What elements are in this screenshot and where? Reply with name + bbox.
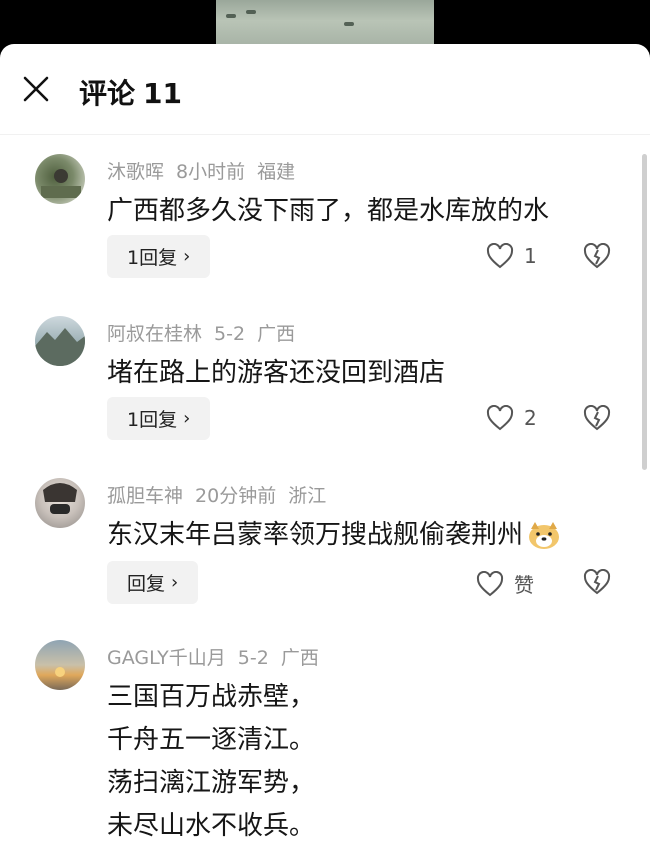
heart-outline-icon bbox=[486, 405, 514, 431]
chevron-right-icon: › bbox=[183, 246, 191, 267]
reply-label: 1回复 bbox=[127, 409, 178, 431]
chevron-right-icon: › bbox=[171, 572, 179, 593]
broken-heart-icon bbox=[583, 568, 611, 595]
timestamp: 5-2 bbox=[237, 647, 269, 669]
reply-button[interactable]: 1回复 › bbox=[107, 397, 211, 440]
comment-line: 千舟五一逐清江。 bbox=[107, 725, 316, 755]
dislike-button[interactable] bbox=[583, 242, 611, 273]
comment-line: 荡扫漓江游军势， bbox=[107, 768, 316, 798]
comment-sheet: 评论 11 沐歌晖 8小时前 福建 广西都多久没下雨了，都是水库放的水 1回复 › 1… bbox=[0, 44, 650, 848]
reply-button[interactable]: 1回复 › bbox=[107, 235, 211, 278]
comment-meta: 沐歌晖 8小时前 福建 bbox=[107, 157, 307, 184]
dislike-button[interactable] bbox=[583, 404, 611, 435]
comment-line: 未尽山水不收兵。 bbox=[107, 811, 316, 841]
location: 广西 bbox=[280, 647, 319, 669]
broken-heart-icon bbox=[583, 404, 611, 431]
comment-text-row: 东汉末年吕蒙率领万搜战舰偷袭荆州 bbox=[107, 514, 561, 551]
broken-heart-icon bbox=[583, 242, 611, 269]
comment-line: 三国百万战赤壁， bbox=[107, 682, 316, 712]
avatar[interactable] bbox=[35, 316, 85, 366]
username[interactable]: 孤胆车神 bbox=[107, 485, 183, 507]
location: 浙江 bbox=[288, 485, 327, 507]
like-button[interactable]: 1 bbox=[486, 243, 537, 269]
avatar[interactable] bbox=[35, 154, 85, 204]
comment-text: 东汉末年吕蒙率领万搜战舰偷袭荆州 bbox=[107, 520, 524, 550]
doge-emoji-icon bbox=[529, 521, 560, 549]
sheet-header: 评论 11 bbox=[0, 44, 650, 135]
avatar[interactable] bbox=[35, 478, 85, 528]
timestamp: 20分钟前 bbox=[195, 485, 277, 507]
timestamp: 5-2 bbox=[214, 323, 246, 345]
username[interactable]: GAGLY千山月 bbox=[107, 647, 226, 669]
username[interactable]: 阿叔在桂林 bbox=[107, 323, 202, 345]
video-thumbnail[interactable] bbox=[216, 0, 434, 46]
reply-label: 回复 bbox=[127, 573, 166, 595]
comment-meta: GAGLY千山月 5-2 广西 bbox=[107, 643, 331, 670]
location: 广西 bbox=[257, 323, 296, 345]
timestamp: 8小时前 bbox=[176, 161, 246, 183]
like-button[interactable]: 2 bbox=[486, 405, 537, 431]
heart-outline-icon bbox=[486, 243, 514, 269]
comment-text: 广西都多久没下雨了，都是水库放的水 bbox=[107, 196, 550, 226]
like-count: 1 bbox=[524, 244, 537, 268]
like-count: 2 bbox=[524, 406, 537, 430]
chevron-right-icon: › bbox=[183, 408, 191, 429]
reply-button[interactable]: 回复 › bbox=[107, 561, 199, 604]
comment-text: 堵在路上的游客还没回到酒店 bbox=[107, 358, 446, 388]
page-title: 评论 11 bbox=[79, 72, 182, 112]
username[interactable]: 沐歌晖 bbox=[107, 161, 164, 183]
location: 福建 bbox=[257, 161, 296, 183]
reply-label: 1回复 bbox=[127, 247, 178, 269]
heart-outline-icon bbox=[476, 570, 504, 596]
comment-meta: 孤胆车神 20分钟前 浙江 bbox=[107, 481, 338, 508]
comment-count: 11 bbox=[143, 77, 182, 110]
avatar[interactable] bbox=[35, 640, 85, 690]
title-label: 评论 bbox=[79, 77, 136, 110]
scrollbar[interactable] bbox=[642, 154, 647, 470]
like-label: 赞 bbox=[514, 573, 534, 597]
comment-meta: 阿叔在桂林 5-2 广西 bbox=[107, 319, 307, 346]
close-icon bbox=[23, 76, 49, 102]
dislike-button[interactable] bbox=[583, 568, 611, 599]
close-button[interactable] bbox=[22, 75, 50, 103]
like-button[interactable]: 赞 bbox=[476, 569, 534, 598]
video-area bbox=[0, 0, 650, 50]
